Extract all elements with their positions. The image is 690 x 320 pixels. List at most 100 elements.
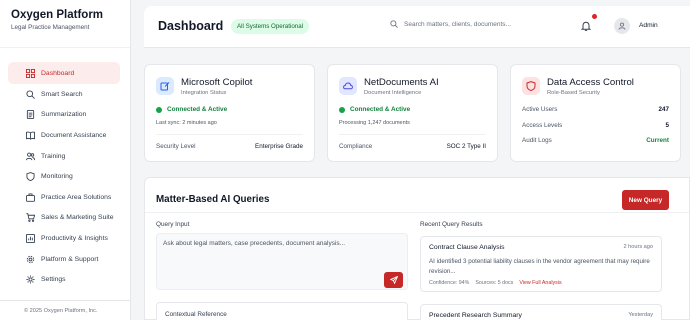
result-title: Precedent Research Summary — [429, 312, 522, 319]
card-divider — [156, 134, 303, 135]
book-icon — [25, 130, 35, 140]
shield-icon — [522, 77, 540, 95]
sidebar-item-label: Smart Search — [41, 90, 83, 98]
result-title: Contract Clause Analysis — [429, 244, 505, 251]
row-value: SOC 2 Type II — [446, 143, 486, 150]
connection-status: Connected & Active — [339, 106, 410, 113]
send-icon — [389, 276, 398, 284]
sidebar-item-label: Productivity & Insights — [41, 234, 108, 242]
row-key: Compliance — [339, 143, 373, 150]
card-subtitle: Document Intelligence — [364, 90, 422, 96]
result-time: 2 hours ago — [623, 244, 653, 250]
row-value: 5 — [665, 122, 669, 129]
ai-queries-panel: Matter-Based AI Queries New Query Query … — [144, 177, 690, 320]
sidebar-item-productivity-insights[interactable]: Productivity & Insights — [8, 228, 120, 249]
sidebar-item-dashboard[interactable]: Dashboard — [8, 62, 120, 84]
netdocuments-card: NetDocuments AI Document Intelligence Co… — [327, 64, 498, 162]
bell-icon[interactable] — [581, 21, 591, 31]
result-card[interactable]: Precedent Research Summary Yesterday — [420, 304, 662, 320]
sidebar-item-settings[interactable]: Settings — [8, 269, 120, 290]
row-key: Access Levels — [522, 122, 563, 129]
result-card[interactable]: Contract Clause Analysis 2 hours ago AI … — [420, 236, 662, 292]
brand: Oxygen Platform Legal Practice Managemen… — [0, 0, 130, 48]
sidebar-item-label: Training — [41, 152, 66, 160]
status-badge: All Systems Operational — [231, 19, 310, 34]
search-icon — [25, 89, 35, 99]
sidebar-item-document-assistance[interactable]: Document Assistance — [8, 125, 120, 146]
query-input[interactable] — [163, 240, 403, 270]
panel-divider — [145, 212, 689, 213]
sidebar-nav: Dashboard Smart Search Summarization Doc… — [0, 48, 130, 290]
sidebar-item-sales-marketing-suite[interactable]: Sales & Marketing Suite — [8, 208, 120, 229]
card-row: Access Levels 5 — [522, 122, 669, 129]
search-bar — [390, 20, 540, 28]
result-sources: Sources: 5 docs — [475, 280, 514, 286]
sidebar-item-platform-support[interactable]: Platform & Support — [8, 249, 120, 270]
view-full-analysis-link[interactable]: View Full Analysis — [519, 280, 561, 286]
brand-title: Oxygen Platform — [11, 9, 104, 21]
copyright: © 2025 Oxygen Platform, Inc. — [0, 300, 131, 320]
contextual-reference[interactable]: Contextual Reference — [156, 302, 408, 320]
settings-icon — [25, 275, 35, 285]
sidebar-item-smart-search[interactable]: Smart Search — [8, 84, 120, 105]
sidebar-item-summarization[interactable]: Summarization — [8, 105, 120, 126]
gear-icon — [25, 254, 35, 264]
result-meta: Confidence: 94% Sources: 5 docs View Full … — [429, 280, 562, 286]
user-name[interactable]: Admin — [639, 22, 658, 29]
card-row: Audit Logs Current — [522, 137, 669, 144]
card-subtitle: Integration Status — [181, 90, 227, 96]
document-icon — [25, 110, 35, 120]
sidebar-item-label: Practice Area Solutions — [41, 193, 112, 201]
access-control-card: Data Access Control Role-Based Security … — [510, 64, 681, 162]
cart-icon — [25, 213, 35, 223]
new-query-button[interactable]: New Query — [622, 190, 669, 210]
contextual-reference-label: Contextual Reference — [165, 311, 227, 318]
status-text: Connected & Active — [350, 106, 411, 113]
status-dot — [156, 106, 162, 113]
query-input-label: Query Input — [156, 221, 190, 228]
user-icon — [618, 22, 626, 30]
card-note: Processing 1,247 documents — [339, 120, 410, 126]
sidebar-item-label: Sales & Marketing Suite — [41, 214, 114, 222]
query-box — [156, 233, 408, 290]
avatar[interactable] — [614, 18, 630, 34]
sidebar-item-label: Platform & Support — [41, 255, 99, 263]
card-row: Security Level Enterprise Grade — [156, 143, 303, 150]
sidebar-item-practice-area-solutions[interactable]: Practice Area Solutions — [8, 187, 120, 208]
sidebar-item-monitoring[interactable]: Monitoring — [8, 166, 120, 187]
card-subtitle: Role-Based Security — [547, 90, 600, 96]
notification-dot — [592, 14, 597, 19]
row-key: Audit Logs — [522, 137, 552, 144]
card-title: Microsoft Copilot — [181, 77, 253, 88]
search-input[interactable] — [404, 20, 534, 28]
top-bar: Dashboard All Systems Operational Admin — [144, 6, 690, 48]
card-title: NetDocuments AI — [364, 77, 439, 88]
edit-icon — [156, 77, 174, 95]
connection-status: Connected & Active — [156, 106, 227, 113]
result-body: AI identified 3 potential liability clau… — [429, 258, 650, 275]
sidebar-item-label: Dashboard — [41, 69, 75, 77]
panel-title: Matter-Based AI Queries — [156, 194, 270, 205]
status-text: Connected & Active — [167, 106, 228, 113]
row-value: Enterprise Grade — [255, 143, 303, 150]
card-row: Active Users 247 — [522, 106, 669, 113]
send-button[interactable] — [384, 272, 403, 288]
row-value: Current — [646, 137, 669, 144]
card-divider — [339, 134, 486, 135]
sidebar-item-label: Monitoring — [41, 173, 73, 181]
sidebar-item-training[interactable]: Training — [8, 146, 120, 167]
results-label: Recent Query Results — [420, 221, 483, 228]
card-note: Last sync: 2 minutes ago — [156, 120, 217, 126]
row-key: Security Level — [156, 143, 196, 150]
row-key: Active Users — [522, 106, 558, 113]
sidebar-item-label: Document Assistance — [41, 131, 107, 139]
page-title: Dashboard — [158, 19, 224, 33]
copilot-card: Microsoft Copilot Integration Status Con… — [144, 64, 315, 162]
sidebar-item-label: Settings — [41, 276, 66, 284]
brand-subtitle: Legal Practice Management — [11, 24, 90, 31]
chart-icon — [25, 233, 35, 243]
users-icon — [25, 151, 35, 161]
card-row: Compliance SOC 2 Type II — [339, 143, 486, 150]
card-title: Data Access Control — [547, 77, 634, 88]
grid-icon — [25, 68, 35, 78]
